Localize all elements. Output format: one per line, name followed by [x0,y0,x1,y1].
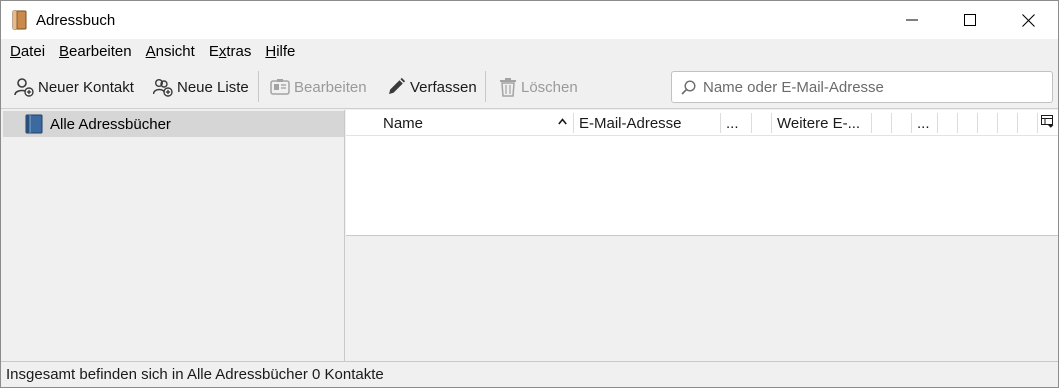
minimize-button[interactable] [883,1,941,39]
column-divider[interactable] [957,113,958,133]
column-header-row: Name E-Mail-Adresse ... Weitere E-... ..… [346,110,1058,136]
toolbar-separator [485,71,486,102]
address-book-window: Adressbuch Datei Bearbeiten Ansicht Extr… [0,0,1059,388]
column-divider[interactable] [997,113,998,133]
window-title: Adressbuch [36,12,116,29]
trash-icon [500,78,516,97]
column-divider[interactable] [771,113,772,133]
new-contact-label: Neuer Kontakt [38,78,134,96]
column-label: E-Mail-Adresse [579,114,682,132]
column-divider[interactable] [751,113,752,133]
menu-accel: B [59,43,70,60]
column-header-collapsed[interactable]: ... [726,110,750,136]
column-header-name[interactable]: Name [383,110,563,136]
menu-accel: D [10,43,21,60]
new-list-label: Neue Liste [177,78,249,96]
status-bar: Insgesamt befinden sich in Alle Adressbü… [1,361,1058,387]
search-input[interactable] [703,78,1033,96]
column-label: Name [383,114,424,132]
menu-datei[interactable]: Datei [3,40,52,63]
column-picker-icon[interactable] [1041,115,1054,128]
tree-item-all-address-books[interactable]: Alle Adressbücher [3,111,344,137]
new-list-button[interactable]: Neue Liste [153,73,249,101]
minimize-icon [906,19,918,21]
menu-label: E [208,43,219,60]
menu-bar: Datei Bearbeiten Ansicht Extras Hilfe [1,39,1058,64]
title-bar: Adressbuch [1,1,1058,39]
column-label: Weitere E-... [777,114,861,132]
address-book-app-icon [12,10,27,30]
menu-accel: H [265,43,277,60]
column-divider[interactable] [977,113,978,133]
menu-extras[interactable]: Extras [202,40,259,63]
column-divider[interactable] [1017,113,1018,133]
column-header-collapsed[interactable]: ... [917,110,935,136]
menu-accel: A [145,43,156,60]
new-contact-button[interactable]: Neuer Kontakt [14,73,134,101]
status-text: Insgesamt befinden sich in Alle Adressbü… [6,366,384,383]
column-divider[interactable] [573,113,574,133]
add-list-icon [153,79,173,97]
add-contact-icon [14,78,34,97]
menu-label: tras [226,43,252,60]
menu-label: atei [20,43,46,60]
toolbar: Neuer Kontakt Neue Liste Bearbeiten Verf… [1,64,1058,109]
menu-label: nsicht [155,43,195,60]
column-divider[interactable] [891,113,892,133]
maximize-button[interactable] [941,1,999,39]
column-divider[interactable] [871,113,872,133]
edit-card-icon [270,79,290,95]
delete-button[interactable]: Löschen [499,73,578,101]
contacts-list[interactable]: Name E-Mail-Adresse ... Weitere E-... ..… [346,110,1058,236]
address-book-tree: Alle Adressbücher [1,110,345,361]
column-label: ... [726,114,739,132]
tree-item-label: Alle Adressbücher [50,115,171,133]
menu-label: earbeiten [69,43,132,60]
maximize-icon [964,14,976,26]
address-book-icon [25,114,43,134]
column-header-secondary-email[interactable]: Weitere E-... [777,110,869,136]
contact-preview-pane [346,237,1058,361]
close-button[interactable] [999,1,1057,39]
close-icon [1021,13,1035,27]
menu-label: ilfe [276,43,296,60]
column-divider[interactable] [937,113,938,133]
column-label: ... [917,114,930,132]
search-box[interactable] [671,71,1053,103]
menu-bearbeiten[interactable]: Bearbeiten [52,40,139,63]
menu-ansicht[interactable]: Ansicht [139,40,202,63]
column-divider[interactable] [911,113,912,133]
edit-label: Bearbeiten [294,78,367,96]
column-divider[interactable] [720,113,721,133]
compose-label: Verfassen [410,78,477,96]
search-icon [681,79,696,95]
compose-button[interactable]: Verfassen [386,73,477,101]
column-header-email[interactable]: E-Mail-Adresse [579,110,719,136]
delete-label: Löschen [521,78,578,96]
menu-hilfe[interactable]: Hilfe [258,40,302,63]
sort-ascending-icon [558,118,567,125]
pencil-icon [389,77,406,94]
edit-button[interactable]: Bearbeiten [270,73,367,101]
toolbar-separator [258,71,259,102]
column-divider[interactable] [1037,113,1038,133]
